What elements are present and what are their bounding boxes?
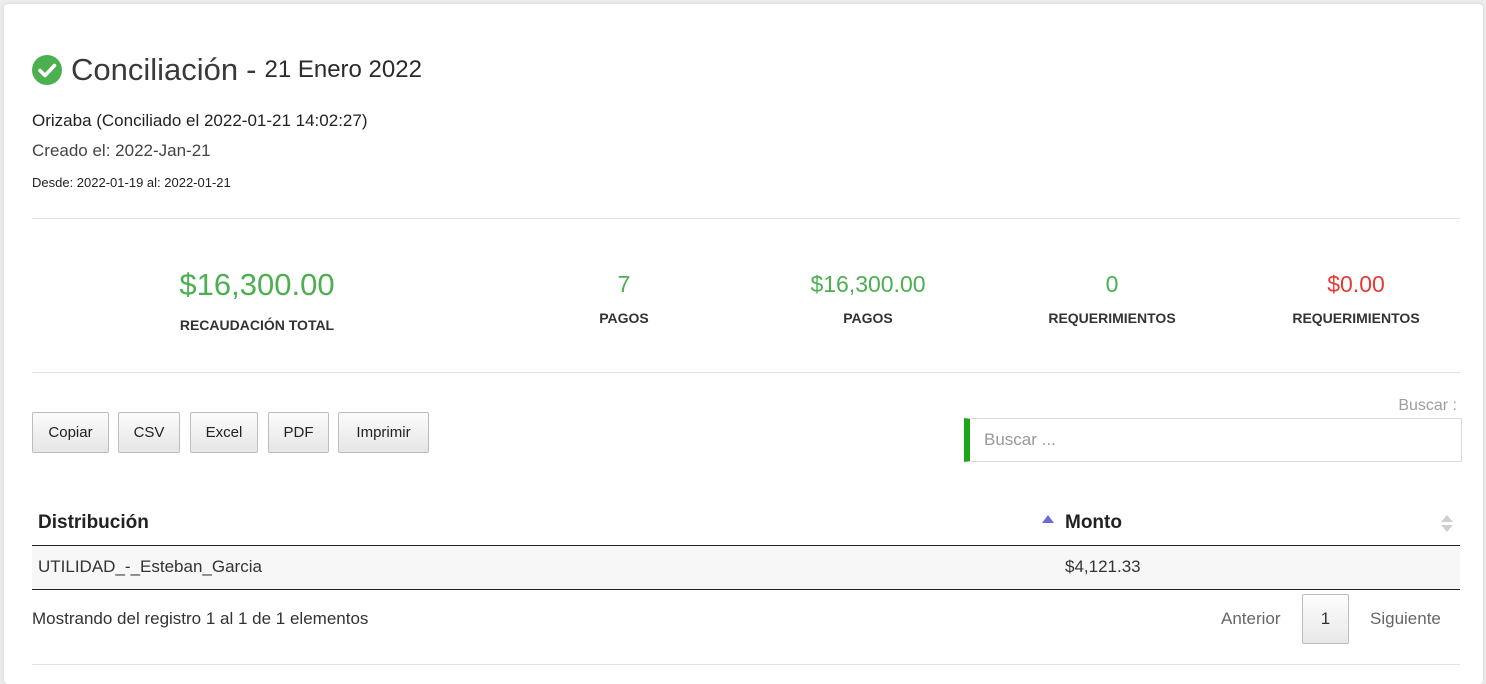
table-cell-distribucion: UTILIDAD_-_Esteban_Garcia bbox=[38, 557, 262, 576]
date-range: Desde: 2022-01-19 al: 2022-01-21 bbox=[32, 175, 231, 190]
content-card: Conciliación - 21 Enero 2022 Orizaba (Co… bbox=[4, 4, 1483, 684]
page-title-row: Conciliación - 21 Enero 2022 bbox=[32, 52, 422, 88]
stat-req-amount-value: $0.00 bbox=[1327, 271, 1385, 297]
copy-button[interactable]: Copiar bbox=[32, 412, 109, 453]
branch-info: Orizaba (Conciliado el 2022-01-21 14:02:… bbox=[32, 111, 368, 130]
stat-total: $16,300.00 RECAUDACIÓN TOTAL bbox=[157, 267, 357, 333]
stat-pagos-amount-label: PAGOS bbox=[843, 310, 893, 326]
created-date: Creado el: 2022-Jan-21 bbox=[32, 141, 211, 160]
stat-req-count-label: REQUERIMIENTOS bbox=[1048, 310, 1176, 326]
stat-req-amount: $0.00 REQUERIMIENTOS bbox=[1256, 271, 1456, 326]
pdf-button[interactable]: PDF bbox=[268, 412, 329, 453]
search-label: Buscar : bbox=[1398, 397, 1457, 414]
print-button[interactable]: Imprimir bbox=[338, 412, 429, 453]
pagination-page-1[interactable]: 1 bbox=[1302, 594, 1349, 644]
excel-button[interactable]: Excel bbox=[190, 412, 258, 453]
title-separator: - bbox=[246, 52, 257, 87]
check-circle-icon bbox=[32, 55, 62, 85]
stat-pagos-amount: $16,300.00 PAGOS bbox=[768, 271, 968, 326]
stat-total-value: $16,300.00 bbox=[179, 267, 335, 302]
csv-button[interactable]: CSV bbox=[118, 412, 180, 453]
stat-pagos-count: 7 PAGOS bbox=[524, 271, 724, 326]
pagination-previous[interactable]: Anterior bbox=[1221, 609, 1281, 629]
table-info: Mostrando del registro 1 al 1 de 1 eleme… bbox=[32, 609, 369, 628]
stat-req-amount-label: REQUERIMIENTOS bbox=[1292, 310, 1420, 326]
divider bbox=[32, 664, 1460, 665]
sort-ascending-icon[interactable] bbox=[1042, 515, 1054, 523]
stat-total-label: RECAUDACIÓN TOTAL bbox=[179, 317, 335, 333]
pagination-next[interactable]: Siguiente bbox=[1370, 609, 1441, 629]
sort-both-icon[interactable] bbox=[1441, 515, 1453, 533]
stat-pagos-count-label: PAGOS bbox=[599, 310, 649, 326]
stat-pagos-amount-value: $16,300.00 bbox=[810, 271, 926, 297]
page-date: 21 Enero 2022 bbox=[264, 56, 422, 83]
divider bbox=[32, 372, 1460, 373]
stat-pagos-count-value: 7 bbox=[617, 271, 631, 297]
page-title: Conciliación bbox=[71, 52, 239, 87]
search-input[interactable] bbox=[964, 418, 1462, 462]
column-header-distribucion[interactable]: Distribución bbox=[38, 512, 149, 534]
stat-req-count: 0 REQUERIMIENTOS bbox=[1012, 271, 1212, 326]
column-header-monto[interactable]: Monto bbox=[1065, 512, 1122, 534]
divider bbox=[32, 218, 1460, 219]
stat-req-count-value: 0 bbox=[1105, 271, 1119, 297]
table-cell-monto: $4,121.33 bbox=[1065, 557, 1141, 576]
